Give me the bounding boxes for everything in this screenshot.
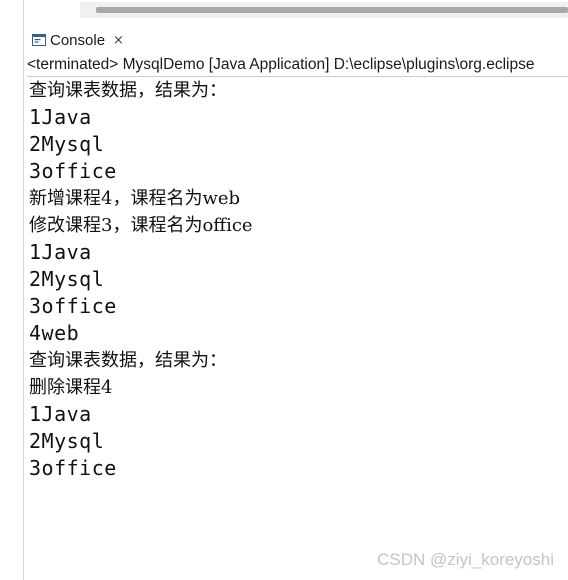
output-line: 2Mysql bbox=[29, 429, 105, 453]
horizontal-scrollbar-thumb[interactable] bbox=[96, 7, 568, 13]
output-line: 新增课程4，课程名为web bbox=[29, 188, 241, 209]
eclipse-console-view: Console × <terminated> MysqlDemo [Java A… bbox=[0, 0, 568, 580]
output-line: 3office bbox=[29, 456, 117, 480]
view-left-border bbox=[23, 0, 24, 580]
output-line: 3office bbox=[29, 159, 117, 183]
output-line: 2Mysql bbox=[29, 267, 105, 291]
output-line: 4web bbox=[29, 321, 80, 345]
output-line: 1Java bbox=[29, 240, 92, 264]
output-line: 2Mysql bbox=[29, 132, 105, 156]
console-tabbar: Console × bbox=[24, 28, 568, 52]
output-line: 修改课程3，课程名为office bbox=[29, 215, 253, 236]
close-icon[interactable]: × bbox=[113, 33, 124, 48]
output-line: 删除课程4 bbox=[29, 377, 113, 398]
tab-console-label: Console bbox=[50, 31, 106, 49]
output-line: 1Java bbox=[29, 402, 92, 426]
tab-console[interactable]: Console × bbox=[28, 28, 128, 52]
console-icon bbox=[32, 34, 46, 46]
console-output[interactable]: 查询课表数据，结果为： 1Java 2Mysql 3office 新增课程4，课… bbox=[29, 77, 559, 482]
output-line: 3office bbox=[29, 294, 117, 318]
watermark: CSDN @ziyi_koreyoshi bbox=[377, 550, 554, 569]
output-line: 1Java bbox=[29, 105, 92, 129]
process-status-line: <terminated> MysqlDemo [Java Application… bbox=[27, 54, 568, 77]
output-line: 查询课表数据，结果为： bbox=[29, 350, 227, 371]
output-line: 查询课表数据，结果为： bbox=[29, 80, 227, 101]
